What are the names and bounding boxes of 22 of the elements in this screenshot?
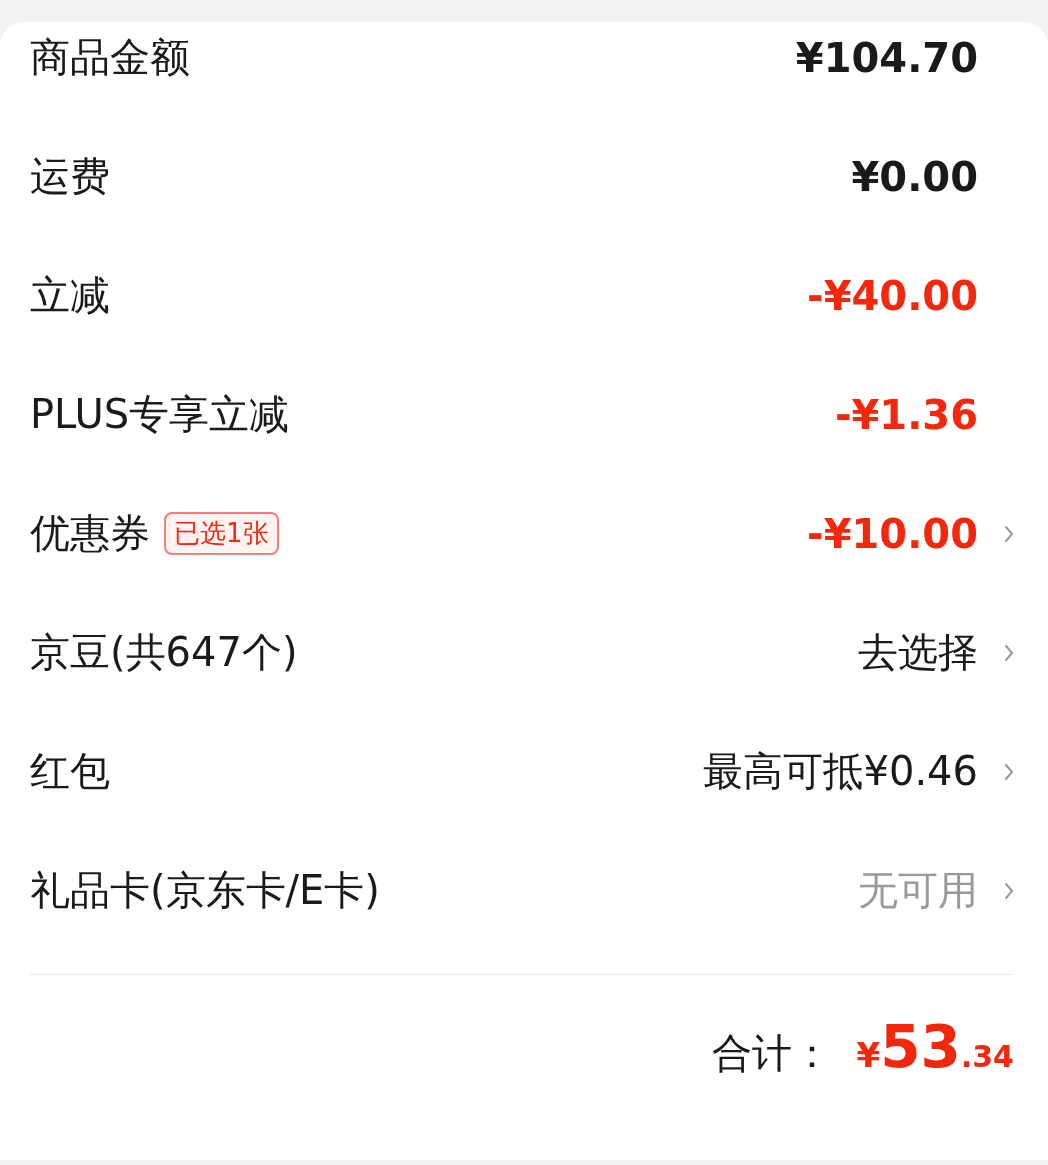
total-label: 合计： [712,1029,833,1078]
row-label: PLUS专享立减 [30,390,290,439]
row-value[interactable]: 去选择 [858,625,978,680]
row-value: -¥40.00 [807,272,978,319]
row-value[interactable]: 最高可抵¥0.46 [703,744,978,799]
row-value: ¥0.00 [851,153,978,200]
row-label: 礼品卡(京东卡/E卡) [30,866,380,915]
chevron-icon[interactable] [1004,881,1014,900]
row-value[interactable]: -¥10.00 [807,510,978,557]
row-value: -¥1.36 [834,391,978,438]
chevron-icon[interactable] [1004,524,1014,543]
row-label: 运费 [30,152,110,201]
chevron-icon[interactable] [1004,643,1014,662]
coupon-badge: 已选1张 [164,512,279,555]
total-amount: ¥53.34 [856,1013,1014,1081]
row-label: 优惠券 [30,509,150,558]
chevron-icon[interactable] [1004,762,1014,781]
row-label: 京豆(共647个) [30,628,298,677]
row-label: 商品金额 [30,33,190,82]
row-value: ¥104.70 [795,34,978,81]
row-label: 立减 [30,271,110,320]
row-label: 红包 [30,747,110,796]
